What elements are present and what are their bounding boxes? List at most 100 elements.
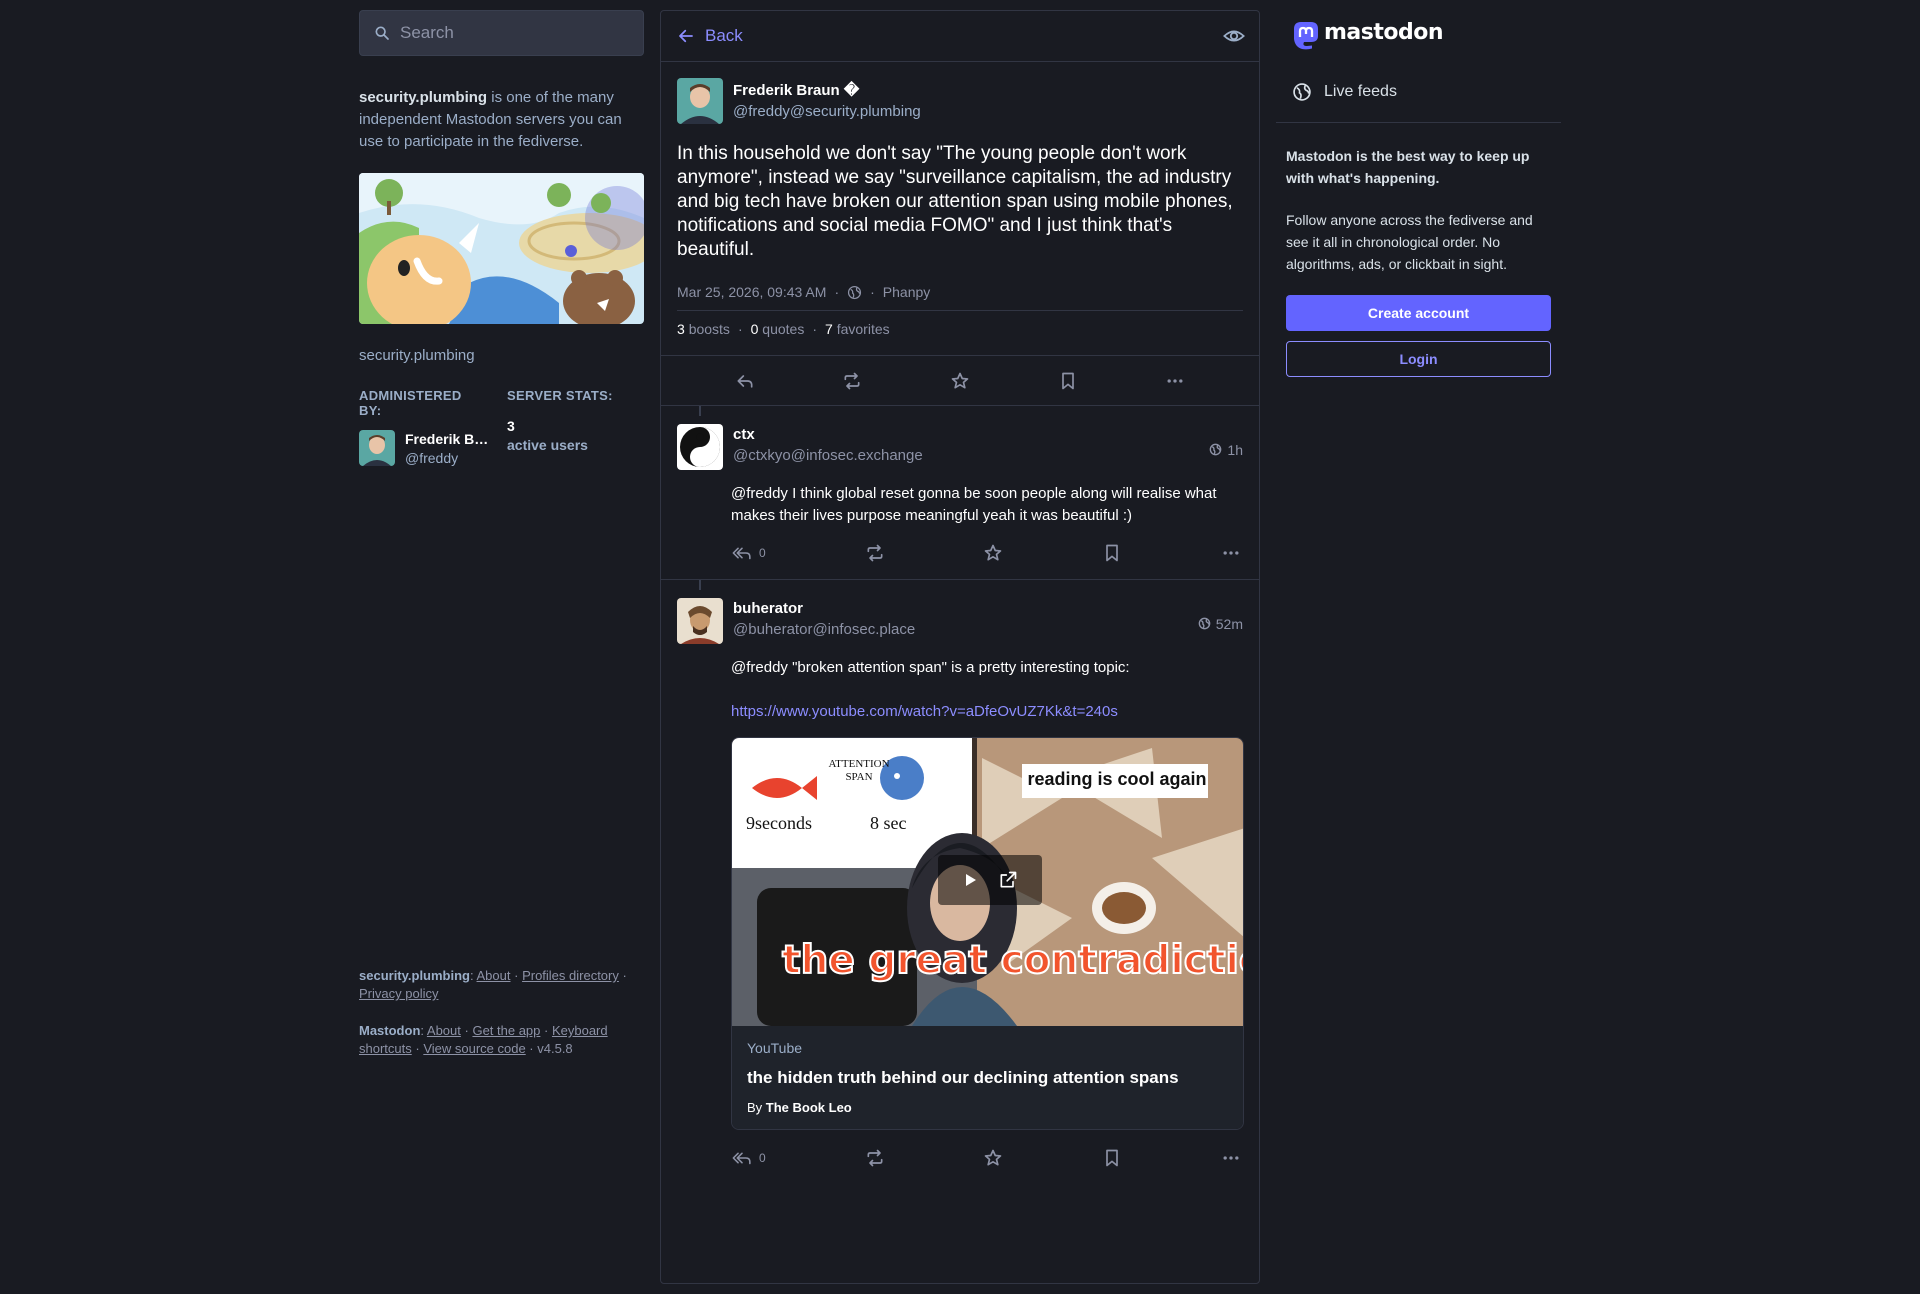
live-feeds-link[interactable]: Live feeds [1292,82,1561,102]
reply-link[interactable]: https://www.youtube.com/watch?v=aDfeOvUZ… [731,703,1118,720]
main-status-content: In this household we don't say "The youn… [677,143,1233,260]
boost-button[interactable] [865,543,885,563]
reply-time[interactable]: 52m [1198,603,1243,644]
bookmark-icon [1106,544,1119,562]
thumb-text-top: reading is cool again [1027,769,1207,789]
reply-action-bar: 0 [731,1132,1243,1184]
reply-handle: @ctxkyo@infosec.exchange [733,447,923,464]
server-stats-label: SERVER STATS: [507,388,613,403]
mastodon-logo-icon [1294,22,1318,50]
reply-content: @freddy I think global reset gonna be so… [731,485,1217,524]
reply-account[interactable]: buherator @buherator@infosec.place [677,598,915,644]
main-status-counts: 3 boosts · 0 quotes · 7 favorites [677,321,890,337]
main-status-timestamp[interactable]: Mar 25, 2026, 09:43 AM [677,284,826,300]
thread-column: Back Frederik Braun � @freddy@security.p… [660,10,1260,1284]
main-status-account[interactable]: Frederik Braun � @freddy@security.plumbi… [677,78,1243,124]
card-author: By The Book Leo [747,1100,1228,1115]
footer-source-link[interactable]: View source code [423,1041,525,1056]
reply-button[interactable] [735,371,755,391]
boost-icon [844,372,860,389]
main-status-action-bar [661,355,1259,405]
back-button[interactable]: Back [677,26,743,46]
footer-about-link[interactable]: About [477,968,511,983]
more-icon [1167,378,1183,383]
main-status-app: Phanpy [882,284,931,300]
boosts-count-link[interactable]: 3 boosts [677,321,730,337]
reply-content: @freddy "broken attention span" is a pre… [731,657,1243,723]
quotes-count-link[interactable]: 0 quotes [751,321,805,337]
left-column: security.plumbing is one of the many ind… [359,10,644,1280]
reply-action-bar: 0 [731,527,1243,579]
card-author-prefix: By [747,1100,766,1115]
more-button[interactable] [1165,371,1185,391]
thread-line [699,406,701,416]
admin-handle: @freddy [405,449,459,466]
globe-icon [848,285,862,299]
boost-button[interactable] [865,1148,885,1168]
link-preview-card[interactable]: reading is cool again ATTENTION SPAN 9se… [731,737,1244,1130]
card-title[interactable]: the hidden truth behind our declining at… [747,1068,1228,1088]
card-thumbnail[interactable]: reading is cool again ATTENTION SPAN 9se… [732,738,1244,1026]
external-link-icon[interactable] [998,870,1018,890]
more-button[interactable] [1221,543,1241,563]
main-status-avatar[interactable] [677,78,723,124]
main-status: Frederik Braun � @freddy@security.plumbi… [661,62,1259,406]
search-box[interactable] [359,10,644,56]
favorite-button[interactable] [983,543,1003,563]
create-account-button[interactable]: Create account [1286,295,1551,331]
bookmark-button[interactable] [1058,371,1078,391]
bookmark-button[interactable] [1102,1148,1122,1168]
reply-all-button[interactable]: 0 [731,543,766,563]
reply-all-button[interactable]: 0 [731,1148,766,1168]
star-icon [985,1149,1002,1166]
main-status-handle: @freddy@security.plumbing [733,103,921,120]
favorites-count-link[interactable]: 7 favorites [825,321,890,337]
footer-mastodon-about-link[interactable]: About [427,1023,461,1038]
promo-text: Follow anyone across the fediverse and s… [1286,212,1533,272]
eye-icon[interactable] [1223,25,1245,47]
reply-time[interactable]: 1h [1209,429,1243,470]
thumb-text-main: the great contradiction [781,937,1244,984]
live-feeds-label: Live feeds [1324,83,1397,100]
reply-avatar[interactable] [677,424,723,470]
search-input[interactable] [400,23,620,43]
admin-avatar[interactable] [359,430,395,466]
reply-icon [737,374,753,388]
card-provider: YouTube [747,1040,803,1056]
more-button[interactable] [1221,1148,1241,1168]
reply-status[interactable]: ctx @ctxkyo@infosec.exchange 1h @freddy … [661,406,1259,580]
server-hero-image [359,173,644,324]
footer-profiles-link[interactable]: Profiles directory [522,968,619,983]
star-icon [951,372,969,388]
card-author-name[interactable]: The Book Leo [766,1100,852,1115]
favorite-button[interactable] [983,1148,1003,1168]
admin-name: Frederik Braun [405,430,493,447]
globe-icon [1210,443,1222,456]
reply-account[interactable]: ctx @ctxkyo@infosec.exchange [677,424,923,470]
server-description: security.plumbing is one of the many ind… [359,87,644,153]
main-status-display-name: Frederik Braun � [733,82,860,99]
reply-avatar[interactable] [677,598,723,644]
footer-privacy-link[interactable]: Privacy policy [359,986,438,1001]
bookmark-icon [1061,372,1074,389]
thumb-8-text: 8 sec [870,813,907,833]
bookmark-button[interactable] [1102,543,1122,563]
reply-status[interactable]: buherator @buherator@infosec.place 52m @… [661,580,1259,1184]
logo-text: mastodon [1324,19,1444,45]
boost-icon [867,544,883,562]
play-icon[interactable] [962,872,978,888]
favorite-button[interactable] [950,371,970,391]
footer-get-app-link[interactable]: Get the app [472,1023,540,1038]
server-domain: security.plumbing [359,347,475,364]
reply-display-name: ctx [733,426,755,443]
reply-display-name: buherator [733,600,804,617]
signup-promo: Mastodon is the best way to keep up with… [1276,123,1561,377]
admin-account[interactable]: Frederik Braun @freddy [359,430,493,466]
thumb-9-text: 9seconds [746,813,812,833]
boost-button[interactable] [842,371,862,391]
mastodon-logo[interactable]: mastodon [1276,10,1561,54]
more-icon [1223,1156,1239,1160]
video-controls [938,855,1042,905]
login-button[interactable]: Login [1286,341,1551,377]
boost-icon [867,1149,883,1167]
